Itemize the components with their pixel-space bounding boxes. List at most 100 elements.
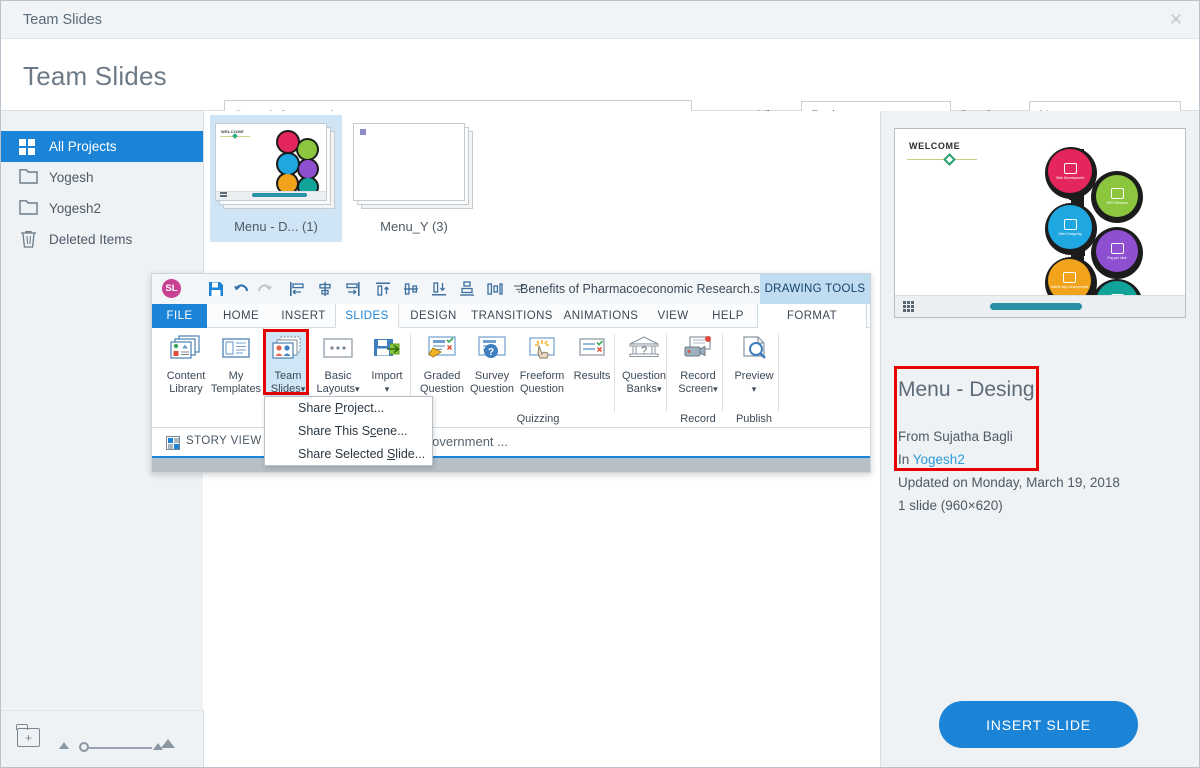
ribbon-separator xyxy=(722,334,723,412)
align-right-icon[interactable] xyxy=(344,281,361,298)
ribbon-basic-layouts-button[interactable]: Basic Layouts▾ xyxy=(310,334,366,395)
ribbon-label: Survey Question xyxy=(469,370,515,395)
ribbon-content-library-button[interactable]: Content Library xyxy=(158,334,214,395)
storyline-ribbon-screenshot: SL Benefits of Pharmacoeconomic Research… xyxy=(151,273,871,473)
header: Team Slides View: Projects Sort by: Newe… xyxy=(1,39,1199,130)
distribute-horizontal-icon[interactable] xyxy=(486,281,503,298)
ribbon-label: Question Banks▾ xyxy=(621,370,667,395)
preview-progress-bar xyxy=(990,303,1082,310)
tab-file[interactable]: FILE xyxy=(152,304,207,328)
tab-insert[interactable]: INSERT xyxy=(272,304,335,328)
ribbon-label: Team Slides▾ xyxy=(270,370,306,395)
zoom-large-icon[interactable] xyxy=(153,739,175,750)
title-bar: Team Slides ✕ xyxy=(1,1,1199,39)
align-top-icon[interactable] xyxy=(374,281,391,298)
project-thumbnail: WELCOME xyxy=(215,123,337,211)
ribbon-label: My Templates xyxy=(210,370,262,395)
preview-bubble: SEO Services xyxy=(1096,175,1138,217)
graded-question-icon xyxy=(424,334,460,366)
menu-item-share-project[interactable]: Share Project... xyxy=(265,397,432,420)
sidebar-item-deleted-items[interactable]: Deleted Items xyxy=(1,224,203,255)
folder-icon xyxy=(19,199,45,219)
ribbon-results-button[interactable]: Results xyxy=(564,334,620,383)
ribbon-label: Results xyxy=(573,370,611,382)
ribbon-label: Freeform Question xyxy=(519,370,565,395)
redo-icon xyxy=(256,281,273,298)
ribbon-graded-question-button[interactable]: Graded Question xyxy=(414,334,470,395)
storyline-logo: SL xyxy=(162,279,181,298)
project-label: Menu - D... (1) xyxy=(234,219,318,234)
detail-updated: Updated on Monday, March 19, 2018 xyxy=(898,475,1120,490)
zoom-slider-handle[interactable] xyxy=(79,742,89,752)
align-left-icon[interactable] xyxy=(288,281,305,298)
team-slides-window: Team Slides ✕ Team Slides View: Projects… xyxy=(0,0,1200,768)
tab-help[interactable]: HELP xyxy=(701,304,755,328)
my-templates-icon xyxy=(218,334,254,366)
ribbon-import-button[interactable]: Import ▾ xyxy=(359,334,415,395)
ribbon-freeform-question-button[interactable]: Freeform Question xyxy=(514,334,570,395)
close-icon[interactable]: ✕ xyxy=(1165,11,1187,31)
tab-animations[interactable]: ANIMATIONS xyxy=(557,304,645,328)
tab-design[interactable]: DESIGN xyxy=(401,304,466,328)
question-banks-icon: ? xyxy=(626,334,662,366)
tab-format[interactable]: FORMAT xyxy=(757,304,867,328)
detail-folder-link[interactable]: Yogesh2 xyxy=(913,452,965,467)
storyline-canvas-strip xyxy=(152,458,870,472)
project-card[interactable]: Menu_Y (3) xyxy=(348,115,480,242)
content-library-icon xyxy=(168,334,204,366)
ribbon-label: Preview ▾ xyxy=(734,370,774,394)
ribbon-label: Graded Question xyxy=(419,370,465,395)
menu-item-share-this-scene[interactable]: Share This Scene... xyxy=(265,420,432,443)
preview-bubble: Web Development xyxy=(1048,149,1092,193)
project-card[interactable]: WELCOME Menu - D... (1) xyxy=(210,115,342,242)
preview-bubble: Pay per click xyxy=(1096,230,1138,272)
zoom-slider[interactable] xyxy=(85,747,152,749)
sidebar-item-label: Yogesh2 xyxy=(49,201,102,216)
sidebar-item-label: All Projects xyxy=(49,139,117,154)
ribbon-survey-question-button[interactable]: ? Survey Question xyxy=(464,334,520,395)
preview-bubble: Web Designing xyxy=(1048,205,1092,249)
sidebar-item-yogesh[interactable]: Yogesh xyxy=(1,162,203,193)
ribbon-label: Record Screen▾ xyxy=(678,370,718,395)
project-label: Menu_Y (3) xyxy=(380,219,448,234)
sidebar-item-all-projects[interactable]: All Projects xyxy=(1,131,203,162)
record-screen-icon xyxy=(680,334,716,366)
story-view-label[interactable]: STORY VIEW xyxy=(186,435,262,447)
storyline-document-title: Benefits of Pharmacoeconomic Research.st… xyxy=(520,282,774,296)
preview-icon xyxy=(736,334,772,366)
ribbon-label: Basic Layouts▾ xyxy=(316,370,360,395)
align-bottom-icon[interactable] xyxy=(430,281,447,298)
bottom-bar: + xyxy=(1,710,204,767)
ribbon-team-slides-button[interactable]: Team Slides▾ xyxy=(260,334,316,395)
ribbon-group-label-quizzing: Quizzing xyxy=(516,413,560,425)
new-folder-icon[interactable]: + xyxy=(16,724,40,747)
freeform-question-icon xyxy=(524,334,560,366)
ribbon-question-banks-button[interactable]: ? Question Banks▾ xyxy=(616,334,672,395)
ribbon-tab-bar: FILE HOME INSERT SLIDES DESIGN TRANSITIO… xyxy=(152,304,870,328)
results-icon xyxy=(574,334,610,366)
ribbon-separator xyxy=(778,334,779,412)
distribute-vertical-icon[interactable] xyxy=(458,281,475,298)
align-middle-icon[interactable] xyxy=(402,281,419,298)
save-icon[interactable] xyxy=(207,281,224,298)
ribbon-preview-button[interactable]: Preview ▾ xyxy=(726,334,782,395)
ribbon-record-screen-button[interactable]: Record Screen▾ xyxy=(670,334,726,395)
slide-preview: WELCOME Web Development SEO Services Web… xyxy=(894,128,1186,318)
import-icon xyxy=(369,334,405,366)
ribbon-label: Content Library xyxy=(166,370,206,395)
menu-item-share-selected-slide[interactable]: Share Selected Slide... xyxy=(265,443,432,466)
tab-slides[interactable]: SLIDES xyxy=(335,304,399,328)
tab-view[interactable]: VIEW xyxy=(645,304,701,328)
story-view-icon xyxy=(166,436,180,450)
tab-transitions[interactable]: TRANSITIONS xyxy=(467,304,557,328)
tab-home[interactable]: HOME xyxy=(210,304,272,328)
undo-icon[interactable] xyxy=(232,281,249,298)
content-blank-area xyxy=(203,473,880,767)
align-center-icon[interactable] xyxy=(316,281,333,298)
insert-slide-button[interactable]: INSERT SLIDE xyxy=(939,701,1138,748)
ribbon: Content Library My Templates Team Slides… xyxy=(152,328,870,428)
zoom-small-icon[interactable] xyxy=(59,742,69,749)
sidebar-item-yogesh2[interactable]: Yogesh2 xyxy=(1,193,203,224)
ribbon-my-templates-button[interactable]: My Templates xyxy=(208,334,264,395)
story-breadcrumb: Government ... xyxy=(422,434,508,449)
